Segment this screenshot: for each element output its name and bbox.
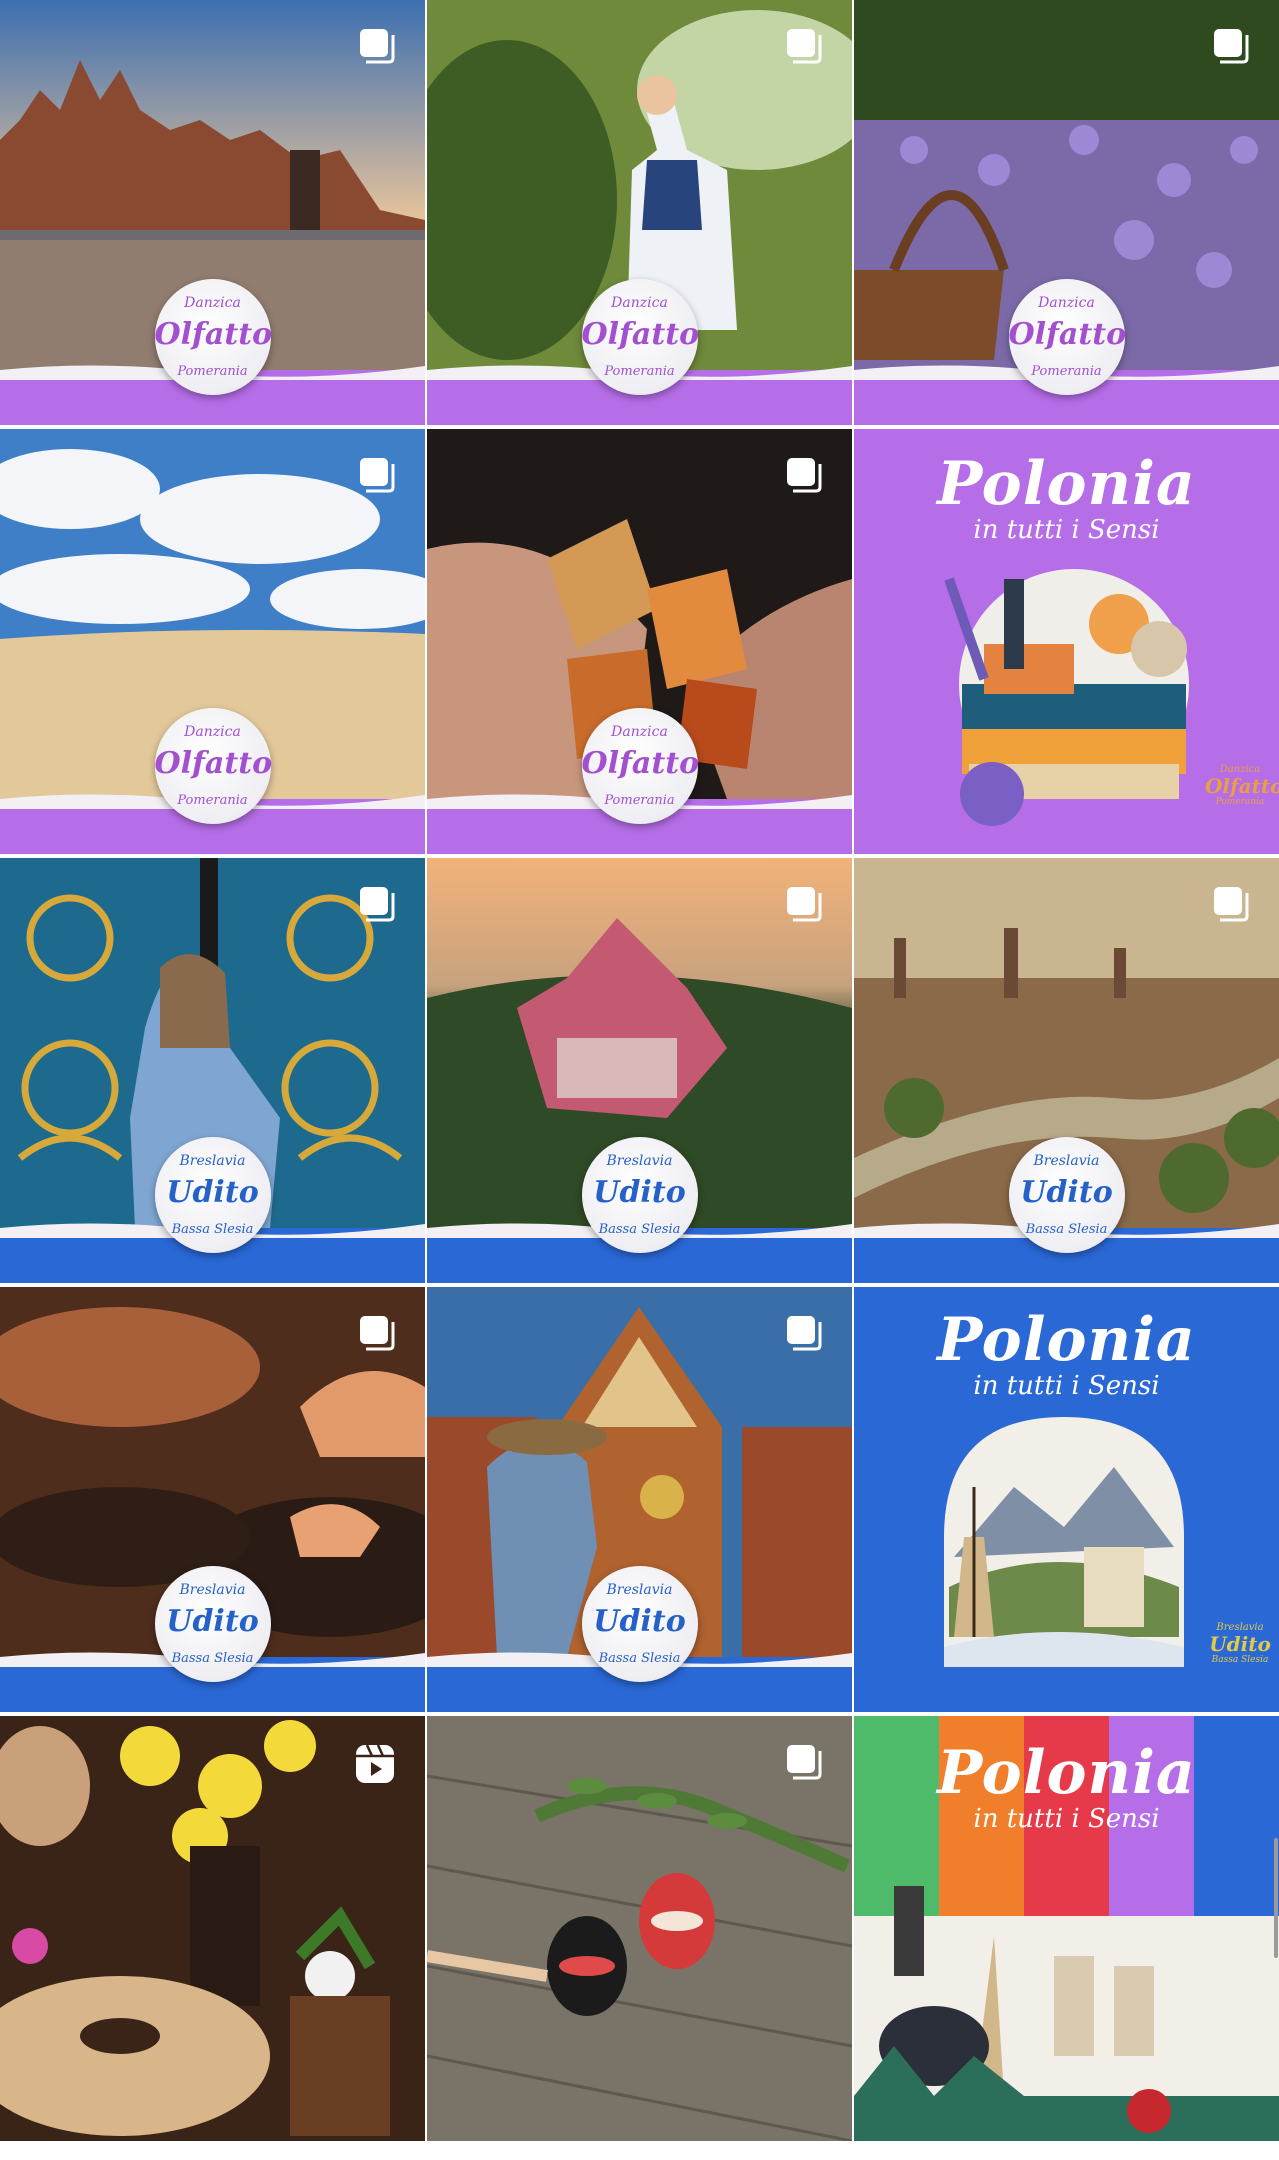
badge-sense: Udito [1020, 1175, 1113, 1210]
olfatto-badge: Danzica Olfatto Pomerania [1008, 279, 1127, 395]
olfatto-badge: Danzica Olfatto Pomerania [154, 279, 273, 395]
badge-sense: Olfatto [581, 746, 700, 781]
udito-badge: Breslavia Udito Bassa Slesia [154, 1137, 271, 1253]
poster-subtitle: in tutti i Sensi [973, 1371, 1160, 1401]
post-easter-eggs[interactable] [427, 1716, 852, 2141]
reel-icon [356, 1744, 394, 1783]
olfatto-badge: Danzica Olfatto Pomerania [154, 708, 273, 824]
badge-city: Breslavia [606, 1582, 673, 1598]
carousel-icon [787, 29, 822, 64]
badge-sense: Olfatto [1008, 317, 1127, 352]
carousel-icon [787, 1316, 822, 1351]
poster-subtitle: in tutti i Sensi [973, 1804, 1160, 1834]
carousel-icon [787, 1745, 822, 1780]
udito-badge: Breslavia Udito Bassa Slesia [581, 1566, 698, 1682]
poster-title: Polonia in tutti i Sensi [854, 1738, 1279, 1834]
badge-region: Bassa Slesia [598, 1651, 681, 1666]
carousel-icon [360, 29, 395, 64]
mini-badge-region: Pomerania [1215, 797, 1265, 807]
post-folk-costume[interactable]: Danzica Olfatto Pomerania [427, 0, 852, 425]
badge-city: Breslavia [179, 1582, 246, 1598]
poster-title-main: Polonia [937, 449, 1196, 519]
post-amber-stones[interactable]: Danzica Olfatto Pomerania [427, 429, 852, 854]
badge-region: Pomerania [604, 793, 675, 808]
post-town-hall[interactable]: Breslavia Udito Bassa Slesia [427, 1287, 852, 1712]
carousel-icon [360, 887, 395, 922]
post-castle-aerial[interactable]: Breslavia Udito Bassa Slesia [427, 858, 852, 1283]
poster-title-main: Polonia [937, 1305, 1196, 1375]
badge-sense: Udito [593, 1175, 686, 1210]
badge-region: Pomerania [604, 364, 675, 379]
badge-region: Pomerania [177, 364, 248, 379]
badge-city: Danzica [184, 724, 241, 740]
poster-title: Polonia in tutti i Sensi [854, 449, 1279, 545]
olfatto-badge: Danzica Olfatto Pomerania [581, 708, 700, 824]
post-poster-all-senses[interactable]: Polonia in tutti i Sensi [854, 1716, 1279, 2141]
carousel-icon [360, 458, 395, 493]
badge-region: Bassa Slesia [1025, 1222, 1108, 1237]
post-city-river[interactable]: Breslavia Udito Bassa Slesia [854, 858, 1279, 1283]
post-hands-bowls[interactable]: Breslavia Udito Bassa Slesia [0, 1287, 425, 1712]
poster-subtitle: in tutti i Sensi [973, 515, 1160, 545]
carousel-icon [360, 1316, 395, 1351]
udito-badge: Breslavia Udito Bassa Slesia [154, 1566, 271, 1682]
udito-badge: Breslavia Udito Bassa Slesia [1008, 1137, 1125, 1253]
badge-sense: Udito [166, 1175, 259, 1210]
carousel-icon [787, 458, 822, 493]
badge-region: Bassa Slesia [598, 1222, 681, 1237]
olfatto-badge: Danzica Olfatto Pomerania [581, 279, 700, 395]
badge-region: Pomerania [1031, 364, 1102, 379]
carousel-icon [787, 887, 822, 922]
badge-sense: Olfatto [581, 317, 700, 352]
badge-city: Breslavia [606, 1153, 673, 1169]
mini-badge-sense: Udito [1209, 1632, 1271, 1656]
badge-sense: Olfatto [154, 746, 273, 781]
badge-city: Breslavia [1033, 1153, 1100, 1169]
badge-sense: Udito [593, 1604, 686, 1639]
profile-post-grid: Danzica Olfatto Pomerania Danzica Olfatt… [0, 0, 1279, 2160]
badge-city: Danzica [611, 724, 668, 740]
post-sand-dunes[interactable]: Danzica Olfatto Pomerania [0, 429, 425, 854]
badge-region: Pomerania [177, 793, 248, 808]
badge-region: Bassa Slesia [171, 1651, 254, 1666]
post-lavender[interactable]: Danzica Olfatto Pomerania [854, 0, 1279, 425]
post-poster-hearing[interactable]: Polonia in tutti i Sensi Breslavia Udito… [854, 1287, 1279, 1712]
carousel-icon [1214, 29, 1249, 64]
poster-title: Polonia in tutti i Sensi [854, 1305, 1279, 1401]
udito-badge: Breslavia Udito Bassa Slesia [581, 1137, 698, 1253]
scrollbar[interactable] [1274, 1838, 1278, 1958]
post-gdansk-harbour[interactable]: Danzica Olfatto Pomerania [0, 0, 425, 425]
poster-title-main: Polonia [937, 1738, 1196, 1808]
badge-city: Danzica [184, 295, 241, 311]
badge-city: Danzica [1038, 295, 1095, 311]
badge-city: Danzica [611, 295, 668, 311]
mini-badge-region: Bassa Slesia [1211, 1655, 1269, 1665]
post-easter-cake[interactable] [0, 1716, 425, 2141]
badge-city: Breslavia [179, 1153, 246, 1169]
post-golden-gate[interactable]: Breslavia Udito Bassa Slesia [0, 858, 425, 1283]
post-poster-smell[interactable]: Polonia in tutti i Sensi Danzica Olfatto… [854, 429, 1279, 854]
badge-sense: Olfatto [154, 317, 273, 352]
mini-badge-sense: Olfatto [1205, 774, 1279, 798]
carousel-icon [1214, 887, 1249, 922]
badge-sense: Udito [166, 1604, 259, 1639]
udito-mini-badge: Breslavia Udito Bassa Slesia [1205, 1612, 1275, 1682]
badge-region: Bassa Slesia [171, 1222, 254, 1237]
olfatto-mini-badge: Danzica Olfatto Pomerania [1205, 754, 1279, 824]
